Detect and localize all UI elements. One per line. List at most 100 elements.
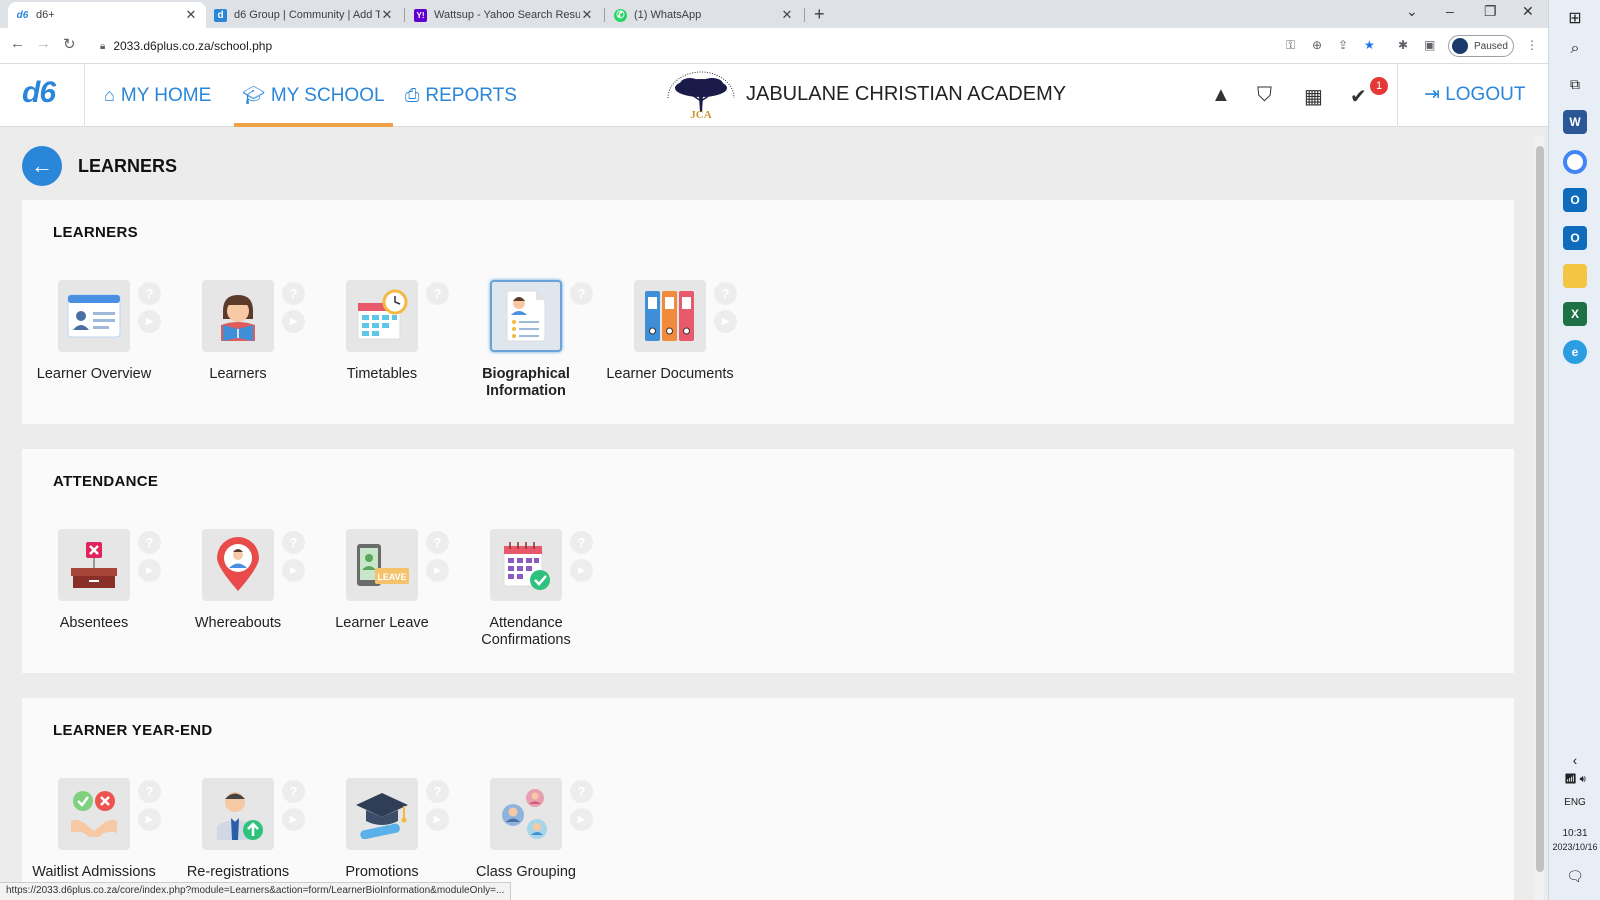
- browser-tab-whatsapp[interactable]: ✆ (1) WhatsApp ✕: [606, 2, 802, 28]
- help-icon[interactable]: ?: [138, 531, 161, 554]
- browser-tab-title: d6 Group | Community | Add To: [234, 9, 380, 21]
- excel-app-icon[interactable]: X: [1563, 302, 1587, 326]
- help-icon[interactable]: ?: [282, 282, 305, 305]
- help-icon[interactable]: ?: [570, 282, 593, 305]
- side-panel-icon[interactable]: ▣: [1424, 38, 1435, 52]
- outlook-app-icon[interactable]: O: [1563, 226, 1587, 250]
- browser-menu-icon[interactable]: ⋮: [1526, 38, 1538, 52]
- nav-my-home[interactable]: ⌂ MY HOME: [104, 64, 211, 127]
- warning-icon[interactable]: ▲: [1211, 84, 1231, 107]
- notification-center-icon[interactable]: 🗨︎: [1549, 868, 1600, 885]
- play-video-icon[interactable]: ▶: [282, 559, 305, 582]
- play-video-icon[interactable]: ▶: [282, 310, 305, 333]
- play-video-icon[interactable]: ▶: [714, 310, 737, 333]
- calendar-icon[interactable]: ▦: [1304, 84, 1323, 109]
- tile-label: Biographical Information: [482, 366, 570, 399]
- tile-learner-leave[interactable]: LEAVE ? ▶ Learner Leave: [310, 529, 454, 659]
- play-video-icon[interactable]: ▶: [138, 808, 161, 831]
- tile-learner-documents[interactable]: ? ▶ Learner Documents: [598, 280, 742, 410]
- zoom-icon[interactable]: ⊕: [1312, 38, 1322, 52]
- tile-icon-box[interactable]: [202, 280, 274, 352]
- tile-learners[interactable]: ? ▶ Learners: [166, 280, 310, 410]
- tile-icon-box[interactable]: [346, 280, 418, 352]
- nav-my-school[interactable]: 🎓︎ MY SCHOOL: [234, 64, 393, 127]
- tile-learner-overview[interactable]: ? ▶ Learner Overview: [22, 280, 166, 410]
- tile-icon-box[interactable]: [490, 280, 562, 352]
- taskbar-time[interactable]: 10:31: [1549, 828, 1600, 839]
- back-arrow-icon[interactable]: ←: [10, 35, 25, 52]
- shield-icon[interactable]: ⛉: [1257, 84, 1272, 107]
- play-video-icon[interactable]: ▶: [282, 808, 305, 831]
- new-tab-button[interactable]: +: [814, 4, 825, 25]
- forward-arrow-icon[interactable]: →: [36, 35, 51, 52]
- tile-icon-box[interactable]: [634, 280, 706, 352]
- tile-icon-box[interactable]: [58, 529, 130, 601]
- windows-start-icon[interactable]: ⊞: [1549, 8, 1600, 28]
- tile-whereabouts[interactable]: ? ▶ Whereabouts: [166, 529, 310, 659]
- back-button[interactable]: ←: [22, 146, 62, 186]
- outlook-app-icon[interactable]: O: [1563, 188, 1587, 212]
- file-explorer-icon[interactable]: [1563, 264, 1587, 288]
- tile-icon-box[interactable]: [490, 778, 562, 850]
- tile-icon-box[interactable]: [58, 280, 130, 352]
- tile-icon-box[interactable]: LEAVE: [346, 529, 418, 601]
- close-tab-icon[interactable]: ✕: [184, 7, 198, 23]
- share-icon[interactable]: ⇪: [1338, 38, 1348, 52]
- play-video-icon[interactable]: ▶: [138, 559, 161, 582]
- close-tab-icon[interactable]: ✕: [580, 7, 594, 23]
- tile-biographical-information[interactable]: ? Biographical Information: [454, 280, 598, 410]
- play-video-icon[interactable]: ▶: [570, 559, 593, 582]
- help-icon[interactable]: ?: [426, 531, 449, 554]
- profile-paused-button[interactable]: Paused: [1448, 35, 1514, 57]
- task-view-icon[interactable]: ⧉: [1549, 76, 1600, 93]
- tab-search-chevron-icon[interactable]: ⌄: [1406, 3, 1418, 20]
- extensions-icon[interactable]: ✱: [1398, 38, 1408, 52]
- taskbar-date[interactable]: 2023/10/16: [1549, 842, 1600, 852]
- play-video-icon[interactable]: ▶: [426, 559, 449, 582]
- tile-absentees[interactable]: ? ▶ Absentees: [22, 529, 166, 659]
- help-icon[interactable]: ?: [282, 780, 305, 803]
- browser-tab-d6-community[interactable]: d d6 Group | Community | Add To ✕: [206, 2, 402, 28]
- tile-icon-box[interactable]: [346, 778, 418, 850]
- tile-icon-box[interactable]: [202, 778, 274, 850]
- tile-icon-box[interactable]: [490, 529, 562, 601]
- chrome-app-icon[interactable]: [1563, 150, 1587, 174]
- tile-icon-box[interactable]: [202, 529, 274, 601]
- check-circle-icon[interactable]: ✔: [1350, 84, 1367, 109]
- help-icon[interactable]: ?: [426, 282, 449, 305]
- nav-reports[interactable]: ⎙ REPORTS: [405, 64, 517, 127]
- tile-timetables[interactable]: ? Timetables: [310, 280, 454, 410]
- minimize-icon[interactable]: –: [1446, 3, 1454, 19]
- word-app-icon[interactable]: W: [1563, 110, 1587, 134]
- restore-icon[interactable]: ❐: [1484, 3, 1497, 20]
- help-icon[interactable]: ?: [426, 780, 449, 803]
- key-icon[interactable]: ⚿: [1286, 38, 1295, 53]
- browser-tab-d6plus[interactable]: d6 d6+ ✕: [8, 2, 206, 28]
- chevron-left-icon[interactable]: ‹: [1549, 752, 1600, 768]
- tile-attendance-confirmations[interactable]: ? ▶ Attendance Confirmations: [454, 529, 598, 659]
- search-icon[interactable]: ⌕: [1549, 40, 1600, 58]
- help-icon[interactable]: ?: [570, 780, 593, 803]
- close-tab-icon[interactable]: ✕: [780, 7, 794, 23]
- edge-app-icon[interactable]: e: [1563, 340, 1587, 364]
- address-bar[interactable]: 🔒︎ 2033.d6plus.co.za/school.php: [92, 33, 1392, 59]
- play-video-icon[interactable]: ▶: [138, 310, 161, 333]
- language-indicator[interactable]: ENG: [1549, 797, 1600, 808]
- browser-tab-yahoo[interactable]: Y! Wattsup - Yahoo Search Results ✕: [406, 2, 602, 28]
- help-icon[interactable]: ?: [138, 780, 161, 803]
- play-video-icon[interactable]: ▶: [570, 808, 593, 831]
- page-scrollbar-thumb[interactable]: [1536, 146, 1544, 872]
- close-tab-icon[interactable]: ✕: [380, 7, 394, 23]
- tile-icon-box[interactable]: [58, 778, 130, 850]
- d6-logo[interactable]: d6: [22, 76, 56, 110]
- reload-icon[interactable]: ↻: [63, 35, 76, 53]
- help-icon[interactable]: ?: [282, 531, 305, 554]
- logout-button[interactable]: ⇥ LOGOUT: [1424, 83, 1525, 106]
- network-volume-icon[interactable]: 📶︎ 🔊︎: [1549, 774, 1600, 785]
- help-icon[interactable]: ?: [570, 531, 593, 554]
- help-icon[interactable]: ?: [714, 282, 737, 305]
- bookmark-star-icon[interactable]: ★: [1364, 38, 1375, 52]
- close-window-icon[interactable]: ✕: [1522, 3, 1534, 20]
- help-icon[interactable]: ?: [138, 282, 161, 305]
- play-video-icon[interactable]: ▶: [426, 808, 449, 831]
